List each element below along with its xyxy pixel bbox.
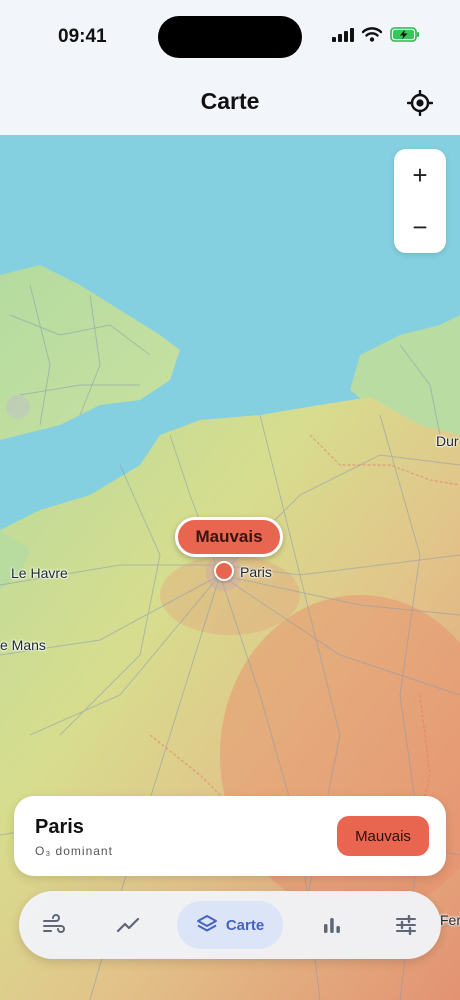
aqi-marker-dot[interactable]	[214, 561, 234, 581]
status-icons	[332, 27, 420, 42]
trend-icon	[116, 917, 140, 933]
sliders-icon	[396, 915, 416, 935]
bottom-tab-bar: Carte	[19, 891, 441, 959]
wind-icon	[43, 914, 65, 933]
tab-wind[interactable]	[33, 901, 75, 949]
card-dominant-pollutant: O₃ dominant	[35, 844, 113, 858]
bar-chart-icon	[324, 918, 340, 933]
zoom-out-button[interactable]: −	[394, 201, 446, 253]
battery-charging-icon	[390, 27, 419, 42]
card-city-name: Paris	[35, 816, 84, 838]
wifi-icon	[362, 27, 382, 42]
aqi-status-badge: Mauvais	[337, 816, 429, 856]
signal-icon	[332, 27, 354, 42]
tab-stats[interactable]	[311, 901, 353, 949]
locate-me-button[interactable]	[406, 89, 434, 117]
city-label-right: Fer	[440, 912, 460, 928]
tab-settings[interactable]	[385, 901, 427, 949]
status-time: 09:41	[58, 26, 107, 47]
crosshair-icon	[407, 90, 433, 116]
zoom-controls: + −	[394, 149, 446, 253]
tab-map[interactable]: Carte	[177, 901, 283, 949]
aqi-marker-label[interactable]: Mauvais	[175, 517, 283, 557]
tab-trends[interactable]	[107, 901, 149, 949]
dynamic-island	[158, 16, 302, 58]
city-label-paris: Paris	[240, 564, 272, 580]
city-label-le-mans: e Mans	[0, 637, 46, 653]
page-title: Carte	[200, 88, 260, 114]
zoom-in-button[interactable]: +	[394, 149, 446, 201]
location-summary-card[interactable]: Paris O₃ dominant Mauvais	[14, 796, 446, 876]
city-label-le-havre: Le Havre	[11, 565, 68, 581]
city-label-dunkerque: Dur	[436, 433, 459, 449]
layers-icon	[196, 915, 217, 932]
tab-map-label: Carte	[225, 916, 265, 934]
top-bar: 09:41 Carte	[0, 0, 460, 135]
